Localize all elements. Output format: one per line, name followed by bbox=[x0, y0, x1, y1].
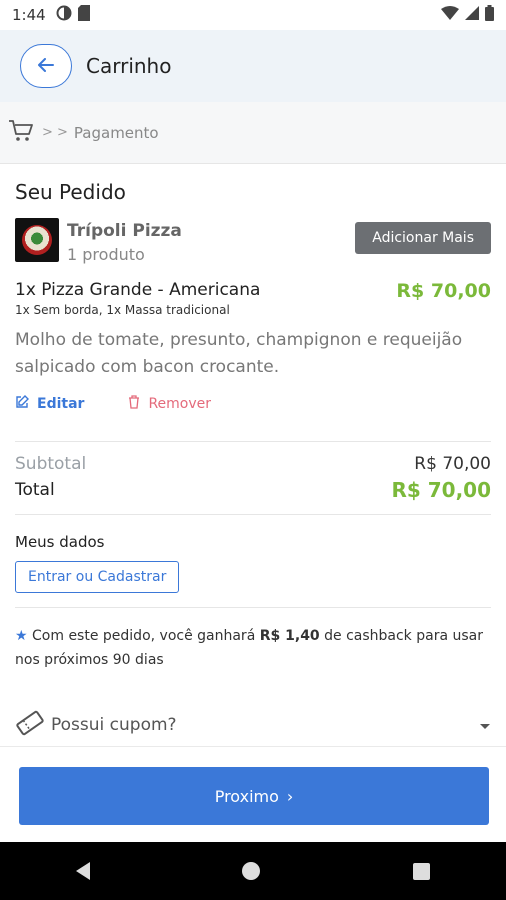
coupon-label: Possui cupom? bbox=[51, 715, 177, 735]
data-saver-icon bbox=[56, 5, 72, 25]
cashback-prefix: Com este pedido, você ganhará bbox=[32, 628, 256, 644]
item-options: 1x Sem borda, 1x Massa tradicional bbox=[15, 303, 230, 317]
total-value: R$ 70,00 bbox=[391, 478, 491, 502]
next-label: Proximo bbox=[214, 786, 279, 806]
order-section-title: Seu Pedido bbox=[15, 180, 126, 204]
edit-label: Editar bbox=[37, 396, 85, 412]
cart-icon[interactable] bbox=[8, 119, 34, 147]
item-actions: Editar Remover bbox=[15, 393, 491, 442]
coupon-toggle[interactable]: Possui cupom? bbox=[15, 710, 491, 740]
wifi-icon bbox=[441, 6, 459, 24]
page-title: Carrinho bbox=[86, 54, 172, 78]
sd-card-icon bbox=[77, 5, 90, 25]
subtotal-label: Subtotal bbox=[15, 454, 87, 474]
store-name: Trípoli Pizza bbox=[67, 221, 182, 241]
cart-content[interactable]: Seu Pedido Trípoli Pizza 1 produto Adici… bbox=[0, 164, 506, 746]
item-price: R$ 70,00 bbox=[396, 280, 491, 302]
store-product-count: 1 produto bbox=[67, 245, 145, 264]
my-data-section: Meus dados Entrar ou Cadastrar bbox=[15, 515, 491, 608]
login-register-button[interactable]: Entrar ou Cadastrar bbox=[15, 561, 180, 593]
trash-icon bbox=[128, 395, 148, 413]
remove-button[interactable]: Remover bbox=[128, 395, 211, 413]
edit-button[interactable]: Editar bbox=[15, 395, 84, 413]
store-info: Trípoli Pizza 1 produto bbox=[67, 218, 182, 264]
status-bar: 1:44 bbox=[0, 0, 506, 30]
edit-icon bbox=[15, 395, 37, 413]
total-row: Total R$ 70,00 bbox=[15, 478, 491, 502]
subtotal-value: R$ 70,00 bbox=[414, 454, 491, 474]
item-name: 1x Pizza Grande - Americana bbox=[15, 280, 261, 300]
footer: Proximo › bbox=[0, 746, 506, 842]
ticket-icon bbox=[15, 710, 45, 740]
app-header: Carrinho bbox=[0, 30, 506, 102]
nav-back-icon[interactable] bbox=[76, 862, 91, 880]
arrow-left-icon bbox=[38, 57, 54, 76]
cashback-note: ★ Com este pedido, você ganhará R$ 1,40 … bbox=[15, 624, 491, 672]
signal-icon bbox=[465, 6, 479, 24]
item-description: Molho de tomate, presunto, champignon e … bbox=[15, 330, 463, 377]
star-icon: ★ bbox=[15, 628, 28, 644]
totals: Subtotal R$ 70,00 Total R$ 70,00 bbox=[15, 442, 491, 515]
chevron-right-icon: › bbox=[286, 786, 294, 806]
item-row: 1x Pizza Grande - Americana R$ 70,00 bbox=[15, 280, 491, 302]
nav-home-icon[interactable] bbox=[242, 862, 261, 880]
store-logo bbox=[15, 218, 59, 262]
next-button[interactable]: Proximo › bbox=[19, 767, 489, 825]
subtotal-row: Subtotal R$ 70,00 bbox=[15, 454, 491, 474]
nav-recents-icon[interactable] bbox=[412, 862, 430, 880]
add-more-button[interactable]: Adicionar Mais bbox=[355, 222, 491, 254]
breadcrumb-separator: > > bbox=[42, 125, 68, 140]
status-time: 1:44 bbox=[12, 6, 46, 24]
total-label: Total bbox=[15, 480, 55, 500]
remove-label: Remover bbox=[148, 396, 212, 412]
breadcrumb: > > Pagamento bbox=[0, 102, 506, 164]
system-nav-bar bbox=[0, 842, 506, 900]
battery-icon bbox=[485, 5, 494, 25]
my-data-title: Meus dados bbox=[15, 533, 105, 551]
breadcrumb-current: Pagamento bbox=[73, 123, 159, 142]
store-row: Trípoli Pizza 1 produto Adicionar Mais bbox=[15, 218, 491, 272]
status-right bbox=[441, 5, 494, 25]
back-button[interactable] bbox=[20, 44, 72, 88]
cashback-amount: R$ 1,40 bbox=[259, 628, 320, 644]
chevron-down-icon bbox=[479, 716, 491, 735]
